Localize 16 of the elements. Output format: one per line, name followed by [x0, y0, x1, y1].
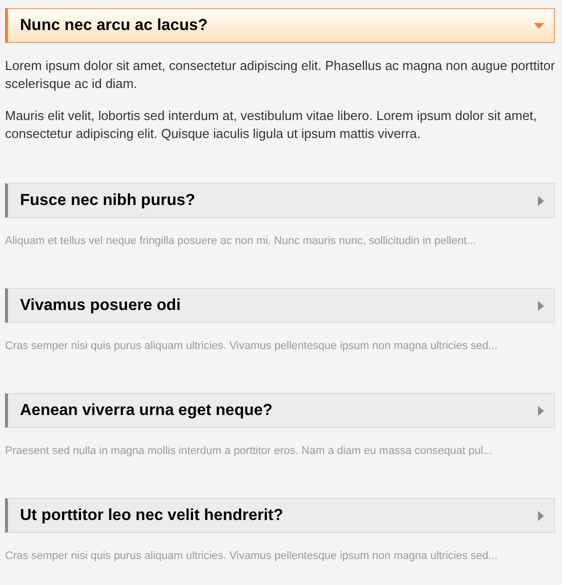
- accordion-header[interactable]: Vivamus posuere odi: [5, 288, 555, 323]
- answer-preview: Cras semper nisi quis purus aliquam ultricies. Vivamus pellentesque ipsum non magna ultricies sed...: [5, 339, 499, 353]
- caret-right-icon: [538, 510, 544, 520]
- answer-paragraph: Lorem ipsum dolor sit amet, consectetur adipiscing elit. Phasellus ac magna non augue porttitor scelerisque ac id diam.: [5, 57, 555, 93]
- caret-right-icon: [538, 406, 544, 416]
- answer-preview: Cras semper nisi quis purus aliquam ultricies. Vivamus pellentesque ipsum non magna ultricies sed...: [5, 549, 499, 563]
- accordion-header[interactable]: Nunc nec arcu ac lacus?: [5, 8, 555, 43]
- caret-down-icon: [534, 22, 544, 28]
- answer-preview: Praesent sed nulla in magna mollis interdum a porttitor eros. Nam a diam eu massa consequat pul...: [5, 444, 494, 458]
- accordion-header[interactable]: Aenean viverra urna eget neque?: [5, 393, 555, 428]
- answer-preview: Aliquam et tellus vel neque fringilla posuere ac non mi. Nunc mauris nunc, sollicitudin in pellent...: [5, 234, 477, 248]
- accordion-header[interactable]: Fusce nec nibh purus?: [5, 183, 555, 218]
- accordion-header[interactable]: Ut porttitor leo nec velit hendrerit?: [5, 498, 555, 533]
- caret-right-icon: [538, 196, 544, 206]
- caret-right-icon: [538, 300, 544, 310]
- answer-paragraph: Mauris elit velit, lobortis sed interdum at, vestibulum vitae libero. Lorem ipsum dolor sit amet, consectetur adipiscing elit. Quisque iaculis ligula ut ipsum mattis viverra.: [5, 107, 538, 143]
